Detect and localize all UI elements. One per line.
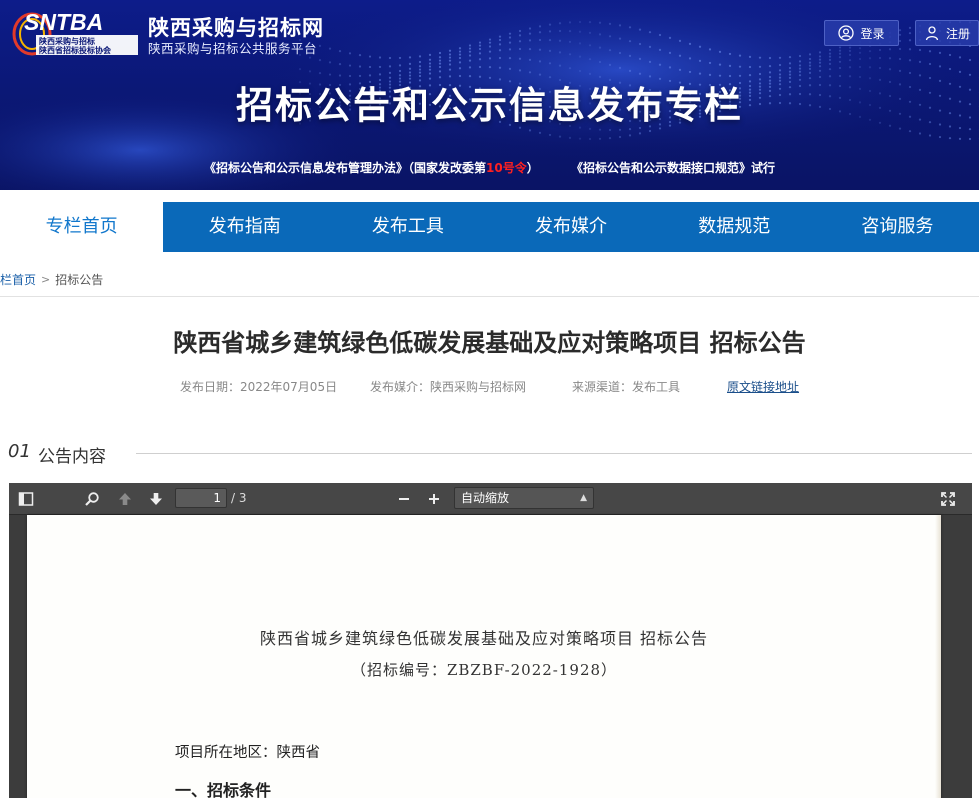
minus-icon: [399, 498, 409, 500]
previous-page-button[interactable]: [114, 489, 136, 509]
breadcrumb: 栏首页 > 招标公告: [0, 271, 103, 288]
fullscreen-icon: [941, 492, 955, 506]
page-number-input[interactable]: 1: [175, 488, 227, 508]
arrow-up-icon: [119, 493, 131, 505]
zoom-out-button[interactable]: [393, 489, 415, 509]
page-total: / 3: [231, 491, 247, 505]
login-button[interactable]: 登录: [824, 20, 899, 46]
policy-link-data-interface[interactable]: 《招标公告和公示数据接口规范》试行: [571, 159, 775, 176]
breadcrumb-home[interactable]: 栏首页: [0, 271, 36, 288]
svg-text:陕西采购与招标: 陕西采购与招标: [39, 36, 95, 46]
zoom-select[interactable]: 自动缩放 ▲: [454, 487, 594, 509]
source-channel: 来源渠道：发布工具: [572, 380, 681, 394]
zoom-select-value: 自动缩放: [461, 491, 510, 505]
section-label: 公告内容: [38, 447, 106, 467]
document-section-heading: 一、招标条件: [175, 781, 272, 798]
policy-link-management-measures[interactable]: 《招标公告和公示信息发布管理办法》（国家发改委第10号令）: [204, 159, 539, 176]
banner-heading: 招标公告和公示信息发布专栏: [236, 84, 743, 127]
publish-media: 发布媒介：陕西采购与招标网: [370, 380, 527, 394]
original-link[interactable]: 原文链接地址: [727, 378, 799, 395]
chevron-right-icon: >: [41, 273, 51, 286]
next-page-button[interactable]: [145, 489, 167, 509]
plus-icon: [429, 494, 439, 504]
breadcrumb-divider: [0, 296, 979, 297]
nav-item-data-spec[interactable]: 数据规范: [653, 202, 816, 252]
page-edge-shadow: [935, 515, 941, 798]
article-title: 陕西省城乡建筑绿色低碳发展基础及应对策略项目 招标公告: [173, 329, 806, 357]
pdf-toolbar: 1 / 3 自动缩放 ▲: [9, 483, 972, 515]
breadcrumb-current: 招标公告: [55, 273, 104, 287]
site-logo[interactable]: SNTBA 陕西采购与招标 陕西省招标投标协会: [10, 8, 140, 58]
document-region: 项目所在地区：陕西省: [175, 745, 320, 761]
header-banner: SNTBA 陕西采购与招标 陕西省招标投标协会 陕西采购与招标网 陕西采购与招标…: [0, 0, 979, 190]
pdf-viewer: 1 / 3 自动缩放 ▲ 陕西省城乡建筑绿色低碳发展基础及应对策略项目 招标公告: [9, 483, 972, 798]
zoom-in-button[interactable]: [423, 489, 445, 509]
svg-text:SNTBA: SNTBA: [24, 9, 103, 35]
user-circle-icon: [838, 25, 855, 41]
user-icon: [925, 26, 939, 41]
nav-item-guide[interactable]: 发布指南: [163, 202, 326, 252]
register-button[interactable]: 注册: [915, 20, 979, 46]
arrow-down-icon: [150, 493, 162, 505]
select-caret-icon: ▲: [580, 493, 587, 503]
search-icon: [85, 492, 99, 506]
pdf-page: 陕西省城乡建筑绿色低碳发展基础及应对策略项目 招标公告 （招标编号：ZBZBF-…: [27, 515, 941, 798]
nav-item-media[interactable]: 发布媒介: [489, 202, 652, 252]
svg-text:陕西省招标投标协会: 陕西省招标投标协会: [39, 45, 111, 55]
main-nav: 专栏首页 发布指南 发布工具 发布媒介 数据规范 咨询服务: [0, 202, 979, 252]
section-rule: [136, 453, 972, 454]
register-label: 注册: [945, 26, 970, 41]
nav-item-home[interactable]: 专栏首页: [0, 202, 164, 252]
section-number: 01: [8, 441, 31, 462]
policy-links: 《招标公告和公示信息发布管理办法》（国家发改委第10号令） 《招标公告和公示数据…: [0, 159, 979, 176]
presentation-mode-button[interactable]: [937, 489, 959, 509]
sidebar-toggle-icon: [18, 492, 34, 506]
nav-item-tools[interactable]: 发布工具: [326, 202, 489, 252]
publish-date: 发布日期：2022年07月05日: [180, 380, 338, 394]
policy-highlight: 10号令: [486, 161, 527, 175]
login-label: 登录: [860, 26, 885, 41]
sidebar-toggle-button[interactable]: [15, 489, 37, 509]
nav-item-consulting[interactable]: 咨询服务: [816, 202, 979, 252]
site-subtitle: 陕西采购与招标公共服务平台: [148, 41, 318, 56]
find-button[interactable]: [81, 489, 103, 509]
document-number: （招标编号：ZBZBF-2022-1928）: [350, 661, 618, 679]
document-title: 陕西省城乡建筑绿色低碳发展基础及应对策略项目 招标公告: [259, 629, 709, 648]
